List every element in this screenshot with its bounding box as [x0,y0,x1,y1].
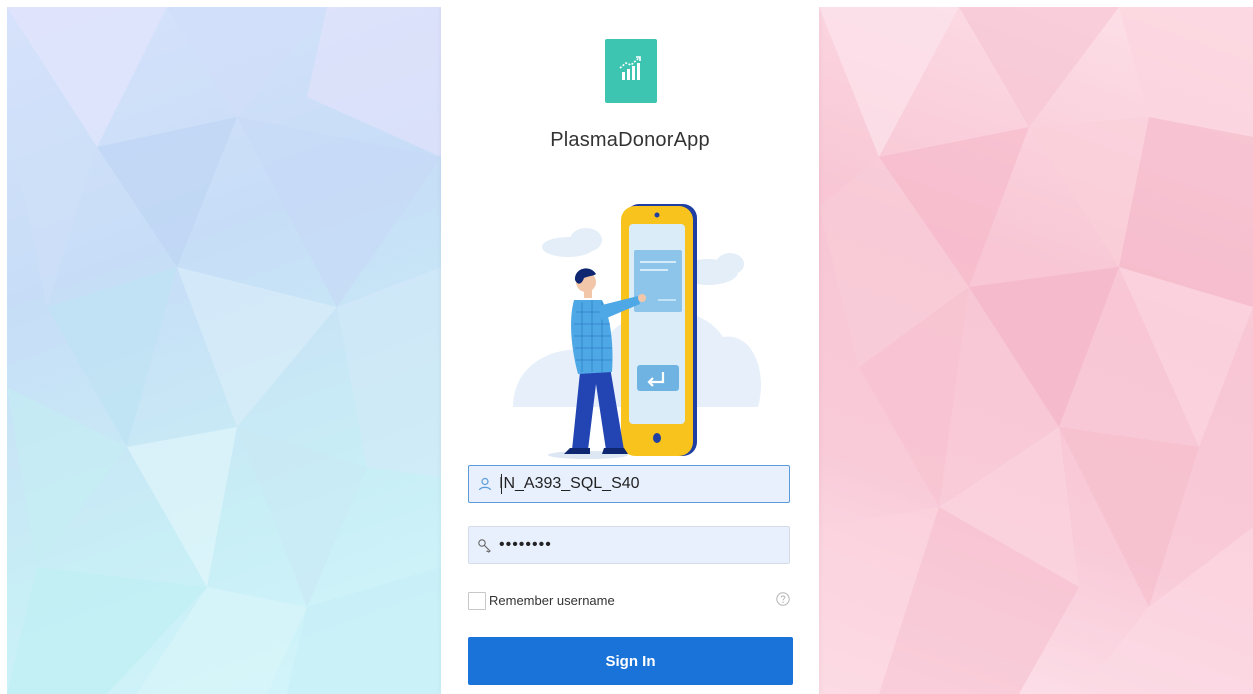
user-icon [478,477,492,491]
password-input[interactable] [499,527,781,563]
background-right-polygon [819,7,1253,694]
login-panel: PlasmaDonorApp IN_A393_SQL_S40 Remember … [441,7,819,694]
person-tablet-login-illustration [513,204,762,459]
question-circle-icon[interactable] [776,592,790,606]
text-caret [501,474,502,494]
username-field[interactable] [468,465,790,503]
login-page: PlasmaDonorApp IN_A393_SQL_S40 Remember … [7,7,1253,694]
key-icon [478,539,491,553]
remember-username-row: Remember username [468,592,790,612]
username-input[interactable] [499,466,781,502]
app-title: PlasmaDonorApp [550,129,710,151]
remember-username-label[interactable]: Remember username [489,593,615,608]
chart-growth-icon [605,39,657,103]
background-left-polygon [7,7,441,694]
sign-in-button[interactable]: Sign In [468,637,793,685]
password-field[interactable] [468,526,790,564]
remember-username-checkbox[interactable] [468,592,486,610]
